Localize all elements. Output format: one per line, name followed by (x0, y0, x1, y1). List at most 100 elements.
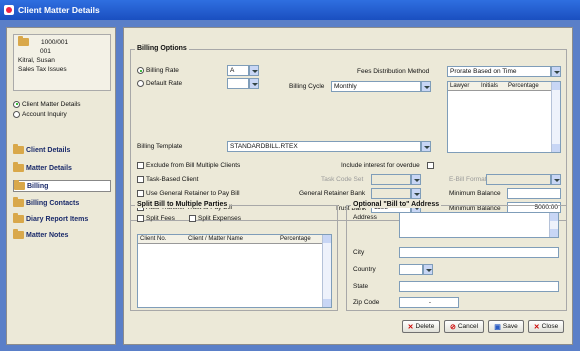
task-based-checkbox[interactable]: Task-Based Client (137, 176, 198, 183)
task-code-set-label: Task Code Set (321, 176, 364, 183)
zip-code-input[interactable]: - (399, 297, 459, 308)
chevron-down-icon[interactable] (249, 78, 259, 89)
split-bill-table[interactable]: Client No. Client / Matter Name Percenta… (137, 234, 332, 308)
address-input[interactable] (399, 212, 559, 238)
matter-number: 001 (40, 48, 51, 55)
matter-name: Sales Tax Issues (18, 66, 67, 73)
chevron-down-icon[interactable] (551, 174, 561, 185)
radio-icon (13, 110, 20, 118)
ebill-format-label: E-Bill Format (449, 176, 487, 183)
checkbox-icon (189, 215, 196, 222)
fees-distribution-select[interactable]: Prorate Based on Time (447, 66, 551, 77)
scrollbar[interactable] (551, 82, 560, 152)
split-bill-table-header: Client No. Client / Matter Name Percenta… (138, 235, 331, 244)
country-select[interactable] (399, 264, 423, 275)
scroll-down-icon[interactable] (552, 144, 560, 152)
close-button[interactable]: ✕ Close (528, 320, 564, 333)
close-icon: ✕ (533, 323, 540, 331)
default-rate-select[interactable] (227, 78, 249, 89)
billing-rate-option[interactable]: Billing Rate (137, 67, 179, 74)
split-bill-group: Split Bill to Multiple Parties Split Fee… (130, 201, 338, 311)
chevron-down-icon[interactable] (551, 66, 561, 77)
billing-options-title: Billing Options (135, 45, 189, 52)
folder-icon (13, 213, 24, 223)
chevron-down-icon[interactable] (423, 264, 433, 275)
billing-template-label: Billing Template (137, 143, 183, 150)
ebill-format-select[interactable] (486, 174, 551, 185)
billing-cycle-select[interactable]: Monthly (331, 81, 421, 92)
view-option-client-matter-details[interactable]: Client Matter Details (13, 100, 81, 110)
checkbox-icon (137, 162, 144, 169)
state-label: State (353, 283, 369, 290)
cancel-button[interactable]: ⊘ Cancel (444, 320, 484, 333)
folder-icon (13, 229, 24, 239)
minimum-balance-label: Minimum Balance (449, 190, 501, 197)
split-fees-checkbox[interactable]: Split Fees (137, 215, 175, 222)
nav-item-matter-notes[interactable]: Matter Notes (13, 229, 68, 239)
general-retainer-bank-select[interactable] (371, 188, 411, 199)
chevron-down-icon[interactable] (411, 188, 421, 199)
include-interest-label: Include interest for overdue (341, 162, 420, 169)
nav-item-matter-details[interactable]: Matter Details (13, 162, 72, 172)
lawyer-table[interactable]: Lawyer Initials Percentage (447, 81, 561, 153)
nav-item-billing[interactable]: Billing (13, 180, 111, 192)
task-code-set-select[interactable] (371, 174, 411, 185)
delete-button[interactable]: ✕ Delete (402, 320, 440, 333)
scroll-up-icon[interactable] (552, 82, 560, 90)
chevron-down-icon[interactable] (249, 65, 259, 76)
billing-rate-select[interactable]: A (227, 65, 249, 76)
view-option-account-inquiry[interactable]: Account Inquiry (13, 110, 81, 120)
city-label: City (353, 249, 365, 256)
state-input[interactable] (399, 281, 559, 292)
fees-distribution-label: Fees Distribution Method (357, 68, 430, 75)
checkbox-icon (137, 176, 144, 183)
default-rate-option[interactable]: Default Rate (137, 80, 182, 87)
nav-item-client-details[interactable]: Client Details (13, 144, 70, 154)
zip-code-label: Zip Code (353, 299, 380, 306)
cancel-icon: ⊘ (449, 323, 456, 331)
left-pane: 1000/001 001 Kitral, Susan Sales Tax Iss… (6, 27, 116, 345)
checkbox-icon (137, 215, 144, 222)
folder-icon (13, 162, 24, 172)
title-bar: Client Matter Details (0, 0, 580, 20)
scroll-down-icon[interactable] (323, 299, 331, 307)
exclude-multiple-clients-checkbox[interactable]: Exclude from Bill Multiple Clients (137, 162, 240, 169)
split-expenses-checkbox[interactable]: Split Expenses (189, 215, 241, 222)
address-label: Address (353, 214, 377, 221)
app-icon (4, 5, 14, 15)
nav-item-diary-report-items[interactable]: Diary Report Items (13, 213, 88, 223)
split-bill-title: Split Bill to Multiple Parties (135, 201, 230, 208)
main-pane: Billing Options Billing Rate A Default R… (123, 27, 573, 345)
chevron-down-icon[interactable] (421, 141, 431, 152)
chevron-down-icon[interactable] (411, 174, 421, 185)
radio-icon (13, 100, 20, 108)
save-button[interactable]: ▣ Save (488, 320, 524, 333)
nav-item-billing-contacts[interactable]: Billing Contacts (13, 197, 79, 207)
general-retainer-checkbox[interactable]: Use General Retainer to Pay Bill (137, 190, 240, 197)
chevron-down-icon[interactable] (421, 81, 431, 92)
checkbox-icon (137, 190, 144, 197)
scrollbar[interactable] (549, 213, 558, 237)
client-matter-summary: 1000/001 001 Kitral, Susan Sales Tax Iss… (13, 34, 111, 91)
client-matter-number: 1000/001 (41, 39, 69, 46)
include-interest-checkbox[interactable] (427, 162, 434, 169)
view-options: Client Matter Details Account Inquiry (13, 100, 81, 120)
radio-icon (137, 80, 144, 87)
scroll-up-icon[interactable] (323, 235, 331, 243)
bill-to-address-title: Optional "Bill to" Address (351, 201, 442, 208)
billing-template-select[interactable]: STANDARDBILL.RTEX (227, 141, 421, 152)
lawyer-table-header: Lawyer Initials Percentage (448, 82, 560, 91)
minimum-balance-input[interactable] (507, 188, 561, 199)
scrollbar[interactable] (322, 235, 331, 307)
folder-icon (13, 144, 24, 154)
radio-icon (137, 67, 144, 74)
scroll-down-icon[interactable] (550, 229, 558, 237)
scroll-up-icon[interactable] (550, 213, 558, 221)
general-retainer-bank-label: General Retainer Bank (299, 190, 366, 197)
country-label: Country (353, 266, 376, 273)
billing-options-group: Billing Options Billing Rate A Default R… (130, 45, 567, 221)
city-input[interactable] (399, 247, 559, 258)
bill-to-address-group: Optional "Bill to" Address Address City … (346, 201, 567, 311)
client-name: Kitral, Susan (18, 57, 55, 64)
window-title: Client Matter Details (18, 5, 100, 15)
